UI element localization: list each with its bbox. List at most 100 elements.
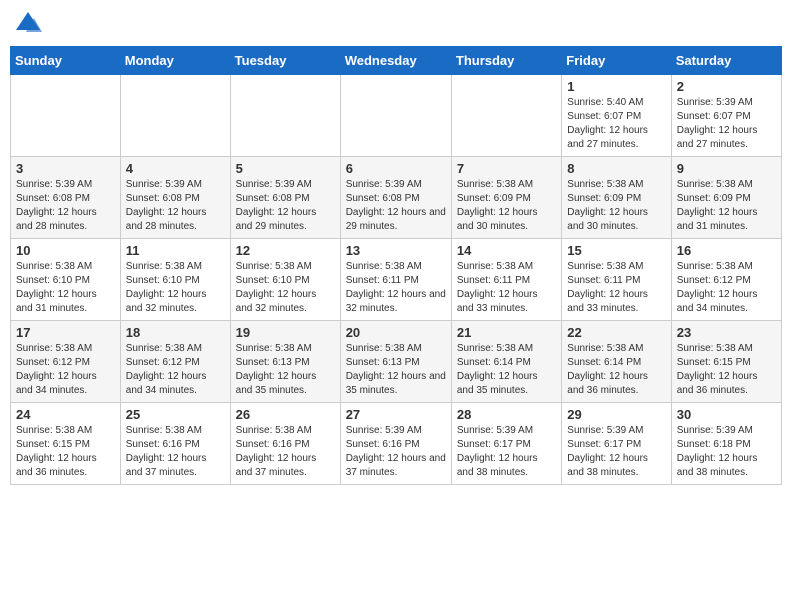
day-info: Sunrise: 5:38 AMSunset: 6:14 PMDaylight:… bbox=[567, 342, 665, 398]
day-info: Sunrise: 5:39 AMSunset: 6:08 PMDaylight:… bbox=[16, 178, 115, 234]
day-info: Sunrise: 5:38 AMSunset: 6:11 PMDaylight:… bbox=[457, 260, 556, 316]
day-number: 23 bbox=[677, 325, 776, 340]
day-info: Sunrise: 5:39 AMSunset: 6:17 PMDaylight:… bbox=[567, 424, 665, 480]
weekday-header: Friday bbox=[562, 47, 671, 75]
calendar-cell: 28 Sunrise: 5:39 AMSunset: 6:17 PMDayligh… bbox=[451, 403, 561, 485]
calendar-cell: 17Sunrise: 5:38 AMSunset: 6:12 PMDayligh… bbox=[11, 321, 121, 403]
calendar-cell: 14 Sunrise: 5:38 AMSunset: 6:11 PMDayligh… bbox=[451, 239, 561, 321]
day-number: 20 bbox=[346, 325, 446, 340]
day-info: Sunrise: 5:38 AMSunset: 6:09 PMDaylight:… bbox=[457, 178, 556, 234]
day-number: 30 bbox=[677, 407, 776, 422]
day-info: Sunrise: 5:38 AMSunset: 6:13 PMDaylight:… bbox=[346, 342, 446, 398]
day-number: 5 bbox=[236, 161, 335, 176]
calendar-cell: 1 Sunrise: 5:40 AMSunset: 6:07 PMDaylight… bbox=[562, 75, 671, 157]
calendar-cell: 4 Sunrise: 5:39 AMSunset: 6:08 PMDaylight… bbox=[120, 157, 230, 239]
weekday-header: Wednesday bbox=[340, 47, 451, 75]
calendar-cell: 29 Sunrise: 5:39 AMSunset: 6:17 PMDayligh… bbox=[562, 403, 671, 485]
day-number: 25 bbox=[126, 407, 225, 422]
calendar-cell bbox=[230, 75, 340, 157]
calendar-cell: 13 Sunrise: 5:38 AMSunset: 6:11 PMDayligh… bbox=[340, 239, 451, 321]
calendar-cell: 2Sunrise: 5:39 AMSunset: 6:07 PMDaylight… bbox=[671, 75, 781, 157]
day-number: 8 bbox=[567, 161, 665, 176]
day-info: Sunrise: 5:38 AMSunset: 6:12 PMDaylight:… bbox=[126, 342, 225, 398]
day-info: Sunrise: 5:39 AMSunset: 6:08 PMDaylight:… bbox=[126, 178, 225, 234]
calendar-cell: 20 Sunrise: 5:38 AMSunset: 6:13 PMDayligh… bbox=[340, 321, 451, 403]
day-number: 14 bbox=[457, 243, 556, 258]
day-info: Sunrise: 5:39 AMSunset: 6:18 PMDaylight:… bbox=[677, 424, 776, 480]
day-info: Sunrise: 5:38 AMSunset: 6:10 PMDaylight:… bbox=[16, 260, 115, 316]
calendar-cell: 18 Sunrise: 5:38 AMSunset: 6:12 PMDayligh… bbox=[120, 321, 230, 403]
calendar-cell bbox=[11, 75, 121, 157]
calendar-week-row: 3 Sunrise: 5:39 AMSunset: 6:08 PMDaylight… bbox=[11, 157, 782, 239]
day-info: Sunrise: 5:39 AMSunset: 6:17 PMDaylight:… bbox=[457, 424, 556, 480]
day-info: Sunrise: 5:38 AMSunset: 6:11 PMDaylight:… bbox=[567, 260, 665, 316]
day-number: 26 bbox=[236, 407, 335, 422]
calendar-cell bbox=[451, 75, 561, 157]
calendar-cell: 16 Sunrise: 5:38 AMSunset: 6:12 PMDayligh… bbox=[671, 239, 781, 321]
day-number: 27 bbox=[346, 407, 446, 422]
day-number: 6 bbox=[346, 161, 446, 176]
calendar-cell: 22 Sunrise: 5:38 AMSunset: 6:14 PMDayligh… bbox=[562, 321, 671, 403]
calendar-cell: 11 Sunrise: 5:38 AMSunset: 6:10 PMDayligh… bbox=[120, 239, 230, 321]
weekday-header-row: SundayMondayTuesdayWednesdayThursdayFrid… bbox=[11, 47, 782, 75]
day-number: 22 bbox=[567, 325, 665, 340]
day-number: 3 bbox=[16, 161, 115, 176]
calendar-cell bbox=[120, 75, 230, 157]
calendar-cell: 24 Sunrise: 5:38 AMSunset: 6:15 PMDayligh… bbox=[11, 403, 121, 485]
day-info: Sunrise: 5:38 AMSunset: 6:10 PMDaylight:… bbox=[126, 260, 225, 316]
day-info: Sunrise: 5:38 AMSunset: 6:15 PMDaylight:… bbox=[16, 424, 115, 480]
day-info: Sunrise: 5:38 AMSunset: 6:09 PMDaylight:… bbox=[677, 178, 776, 234]
calendar-cell: 12 Sunrise: 5:38 AMSunset: 6:10 PMDayligh… bbox=[230, 239, 340, 321]
day-number: 1 bbox=[567, 79, 665, 94]
day-info: Sunrise: 5:38 AMSunset: 6:12 PMDaylight:… bbox=[16, 342, 115, 398]
calendar-cell: 26 Sunrise: 5:38 AMSunset: 6:16 PMDayligh… bbox=[230, 403, 340, 485]
day-number: 10 bbox=[16, 243, 115, 258]
calendar-cell: 25 Sunrise: 5:38 AMSunset: 6:16 PMDayligh… bbox=[120, 403, 230, 485]
calendar-week-row: 1 Sunrise: 5:40 AMSunset: 6:07 PMDaylight… bbox=[11, 75, 782, 157]
calendar-cell: 30 Sunrise: 5:39 AMSunset: 6:18 PMDayligh… bbox=[671, 403, 781, 485]
calendar-cell: 7 Sunrise: 5:38 AMSunset: 6:09 PMDaylight… bbox=[451, 157, 561, 239]
logo bbox=[14, 10, 46, 38]
calendar-week-row: 24 Sunrise: 5:38 AMSunset: 6:15 PMDayligh… bbox=[11, 403, 782, 485]
day-info: Sunrise: 5:38 AMSunset: 6:15 PMDaylight:… bbox=[677, 342, 776, 398]
calendar-cell: 19Sunrise: 5:38 AMSunset: 6:13 PMDayligh… bbox=[230, 321, 340, 403]
calendar-cell: 9 Sunrise: 5:38 AMSunset: 6:09 PMDaylight… bbox=[671, 157, 781, 239]
day-info: Sunrise: 5:38 AMSunset: 6:16 PMDaylight:… bbox=[126, 424, 225, 480]
weekday-header: Thursday bbox=[451, 47, 561, 75]
day-info: Sunrise: 5:38 AMSunset: 6:09 PMDaylight:… bbox=[567, 178, 665, 234]
calendar-cell: 23 Sunrise: 5:38 AMSunset: 6:15 PMDayligh… bbox=[671, 321, 781, 403]
day-info: Sunrise: 5:38 AMSunset: 6:14 PMDaylight:… bbox=[457, 342, 556, 398]
calendar-cell: 27Sunrise: 5:39 AMSunset: 6:16 PMDayligh… bbox=[340, 403, 451, 485]
calendar-cell: 6 Sunrise: 5:39 AMSunset: 6:08 PMDaylight… bbox=[340, 157, 451, 239]
calendar-cell: 21 Sunrise: 5:38 AMSunset: 6:14 PMDayligh… bbox=[451, 321, 561, 403]
day-number: 24 bbox=[16, 407, 115, 422]
day-info: Sunrise: 5:39 AMSunset: 6:07 PMDaylight:… bbox=[677, 96, 776, 152]
weekday-header: Saturday bbox=[671, 47, 781, 75]
day-number: 15 bbox=[567, 243, 665, 258]
day-number: 28 bbox=[457, 407, 556, 422]
calendar-cell: 5 Sunrise: 5:39 AMSunset: 6:08 PMDaylight… bbox=[230, 157, 340, 239]
day-number: 7 bbox=[457, 161, 556, 176]
day-info: Sunrise: 5:39 AMSunset: 6:08 PMDaylight:… bbox=[236, 178, 335, 234]
day-info: Sunrise: 5:40 AMSunset: 6:07 PMDaylight:… bbox=[567, 96, 665, 152]
day-info: Sunrise: 5:38 AMSunset: 6:10 PMDaylight:… bbox=[236, 260, 335, 316]
day-number: 12 bbox=[236, 243, 335, 258]
day-number: 11 bbox=[126, 243, 225, 258]
day-number: 29 bbox=[567, 407, 665, 422]
day-info: Sunrise: 5:38 AMSunset: 6:12 PMDaylight:… bbox=[677, 260, 776, 316]
day-number: 9 bbox=[677, 161, 776, 176]
day-info: Sunrise: 5:38 AMSunset: 6:16 PMDaylight:… bbox=[236, 424, 335, 480]
day-number: 16 bbox=[677, 243, 776, 258]
calendar-cell bbox=[340, 75, 451, 157]
calendar-week-row: 17Sunrise: 5:38 AMSunset: 6:12 PMDayligh… bbox=[11, 321, 782, 403]
day-number: 21 bbox=[457, 325, 556, 340]
day-number: 18 bbox=[126, 325, 225, 340]
day-number: 13 bbox=[346, 243, 446, 258]
logo-icon bbox=[14, 10, 42, 38]
day-number: 19 bbox=[236, 325, 335, 340]
day-info: Sunrise: 5:38 AMSunset: 6:11 PMDaylight:… bbox=[346, 260, 446, 316]
day-number: 4 bbox=[126, 161, 225, 176]
day-info: Sunrise: 5:39 AMSunset: 6:08 PMDaylight:… bbox=[346, 178, 446, 234]
page-header bbox=[10, 10, 782, 38]
calendar-week-row: 10 Sunrise: 5:38 AMSunset: 6:10 PMDayligh… bbox=[11, 239, 782, 321]
